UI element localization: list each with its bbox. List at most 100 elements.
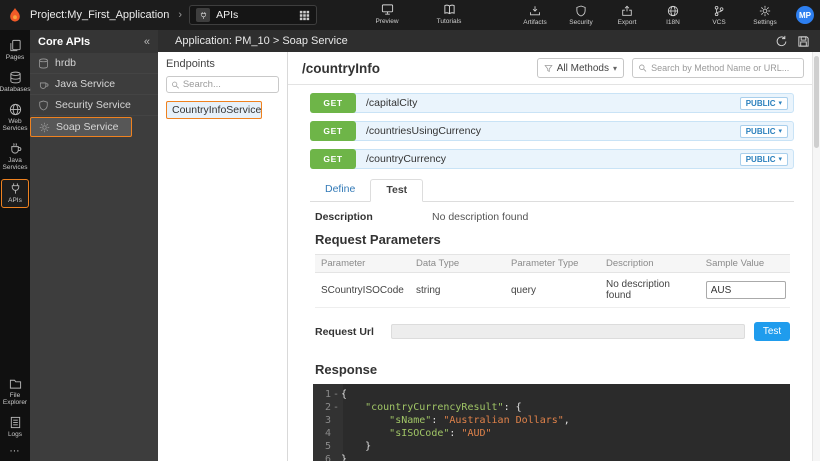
sidebar-item-apis[interactable]: APIs (1, 179, 29, 208)
vcs-button[interactable]: VCS (702, 5, 736, 26)
request-url-label: Request Url (315, 326, 391, 338)
endpoints-title: Endpoints (166, 58, 279, 70)
vcs-label: VCS (712, 19, 725, 26)
activity-bar: Pages Databases Web Services Java Servic… (0, 30, 30, 461)
fold-widget[interactable]: - (331, 401, 341, 414)
artifacts-button[interactable]: Artifacts (518, 5, 552, 26)
topbar-center-actions: Preview Tutorials (370, 3, 466, 25)
apis-workspace-icon (196, 8, 210, 22)
param-name-cell: SCountryISOCode (315, 273, 410, 307)
sidebar-item-pages[interactable]: Pages (1, 37, 29, 64)
logs-label: Logs (8, 431, 22, 438)
app-window: Project:My_First_Application › APIs Prev… (0, 0, 820, 461)
settings-button[interactable]: Settings (748, 5, 782, 26)
param-data-type-cell: string (410, 273, 505, 307)
settings-label: Settings (753, 19, 777, 26)
operation-row-countriesusingcurrency[interactable]: GET /countriesUsingCurrency PUBLIC ▾ (310, 121, 794, 141)
fold-widget[interactable]: - (331, 388, 341, 401)
workspace-label: APIs (216, 9, 293, 21)
detail-tabs: Define Test (310, 179, 794, 202)
save-icon[interactable] (797, 35, 810, 48)
caret-down-icon: ▾ (613, 64, 617, 73)
main-scrollbar[interactable] (812, 52, 820, 461)
operation-row-countrycurrency[interactable]: GET /countryCurrency PUBLIC ▾ (310, 149, 794, 169)
access-dropdown[interactable]: PUBLIC ▾ (740, 97, 788, 110)
methods-filter-dropdown[interactable]: All Methods ▾ (537, 58, 624, 78)
sidebar-item-file-explorer[interactable]: File Explorer (1, 375, 29, 409)
code-line-3: 3 "sName": "Australian Dollars", (313, 414, 790, 427)
refresh-icon[interactable] (775, 35, 788, 48)
file-explorer-label: File Explorer (1, 392, 29, 406)
access-dropdown[interactable]: PUBLIC ▾ (740, 125, 788, 138)
description-row: Description No description found (315, 211, 794, 223)
get-method-button[interactable]: GET (310, 121, 356, 141)
sidebar-item-logs[interactable]: Logs (1, 414, 29, 441)
export-button[interactable]: Export (610, 5, 644, 26)
core-item-hrdb[interactable]: hrdb (30, 53, 158, 74)
access-label: PUBLIC (746, 155, 776, 164)
endpoint-item-countryinfoservice[interactable]: CountryInfoService (166, 101, 262, 119)
endpoint-label: CountryInfoService (172, 104, 261, 116)
endpoints-search[interactable] (166, 76, 279, 93)
method-search[interactable] (632, 58, 804, 78)
scrollbar-thumb[interactable] (814, 56, 819, 148)
endpoints-search-input[interactable] (183, 79, 274, 90)
security-button[interactable]: Security (564, 5, 598, 26)
grid-view-icon[interactable] (299, 10, 310, 21)
sidebar-item-web-services[interactable]: Web Services (1, 101, 29, 135)
breadcrumb-bar: Application: PM_10 > Soap Service (158, 30, 820, 52)
soap-service-label: Soap Service (56, 121, 118, 133)
sample-value-input[interactable] (706, 281, 786, 299)
core-item-security-service[interactable]: Security Service (30, 95, 158, 116)
code-line-5: 5 } (313, 440, 790, 453)
operation-path: /countryCurrency (366, 153, 446, 165)
request-url-input[interactable] (391, 324, 745, 339)
method-search-input[interactable] (651, 63, 798, 73)
get-method-button[interactable]: GET (310, 149, 356, 169)
core-item-soap-service[interactable]: Soap Service (30, 117, 132, 137)
test-button[interactable]: Test (754, 322, 790, 341)
core-item-java-service[interactable]: Java Service (30, 74, 158, 95)
parameters-table-header: Parameter Data Type Parameter Type Descr… (315, 255, 790, 273)
core-apis-title: Core APIs (38, 36, 90, 48)
code-line-2: 2- "countryCurrencyResult": { (313, 401, 790, 414)
get-method-button[interactable]: GET (310, 93, 356, 113)
web-services-label: Web Services (1, 118, 29, 132)
export-label: Export (618, 19, 637, 26)
access-dropdown[interactable]: PUBLIC ▾ (740, 153, 788, 166)
sidebar-item-databases[interactable]: Databases (1, 69, 29, 96)
preview-button[interactable]: Preview (370, 3, 404, 25)
brand-logo[interactable] (0, 7, 30, 23)
code-line-1: 1-{ (313, 388, 790, 401)
sidebar-item-java-services[interactable]: Java Services (1, 140, 29, 174)
operations-list: GET /capitalCity PUBLIC ▾ GET /countries… (310, 93, 794, 169)
i18n-button[interactable]: I18N (656, 5, 690, 26)
tab-define[interactable]: Define (310, 179, 370, 201)
main-content: /countryInfo All Methods ▾ GET /capitalC… (288, 52, 820, 461)
collapse-panel-icon[interactable]: « (144, 36, 150, 48)
workspace-switcher[interactable]: APIs (189, 5, 317, 25)
methods-filter-label: All Methods (557, 63, 609, 74)
tab-test[interactable]: Test (370, 179, 423, 202)
param-description-cell: No description found (600, 273, 700, 307)
filter-icon (544, 64, 553, 73)
search-icon (171, 80, 180, 90)
java-services-label: Java Services (1, 157, 29, 171)
access-label: PUBLIC (746, 127, 776, 136)
project-name[interactable]: Project:My_First_Application (30, 9, 169, 21)
more-options-icon[interactable]: ⋯ (10, 446, 21, 457)
endpoints-panel: Endpoints CountryInfoService (158, 52, 288, 461)
user-avatar[interactable]: MP (796, 6, 814, 24)
api-title: /countryInfo (302, 61, 380, 76)
topbar-tools: Artifacts Security Export I18N VCS Setti… (518, 5, 782, 26)
col-sample-value: Sample Value (700, 255, 790, 272)
operation-row-capitalcity[interactable]: GET /capitalCity PUBLIC ▾ (310, 93, 794, 113)
tutorials-button[interactable]: Tutorials (432, 3, 466, 25)
operation-path: /capitalCity (366, 97, 417, 109)
description-value: No description found (432, 211, 528, 223)
security-label: Security (569, 19, 592, 26)
parameters-table: Parameter Data Type Parameter Type Descr… (315, 254, 790, 308)
response-editor[interactable]: 1-{ 2- "countryCurrencyResult": { 3 "sNa… (313, 384, 790, 461)
security-service-label: Security Service (55, 99, 131, 111)
i18n-label: I18N (666, 19, 680, 26)
